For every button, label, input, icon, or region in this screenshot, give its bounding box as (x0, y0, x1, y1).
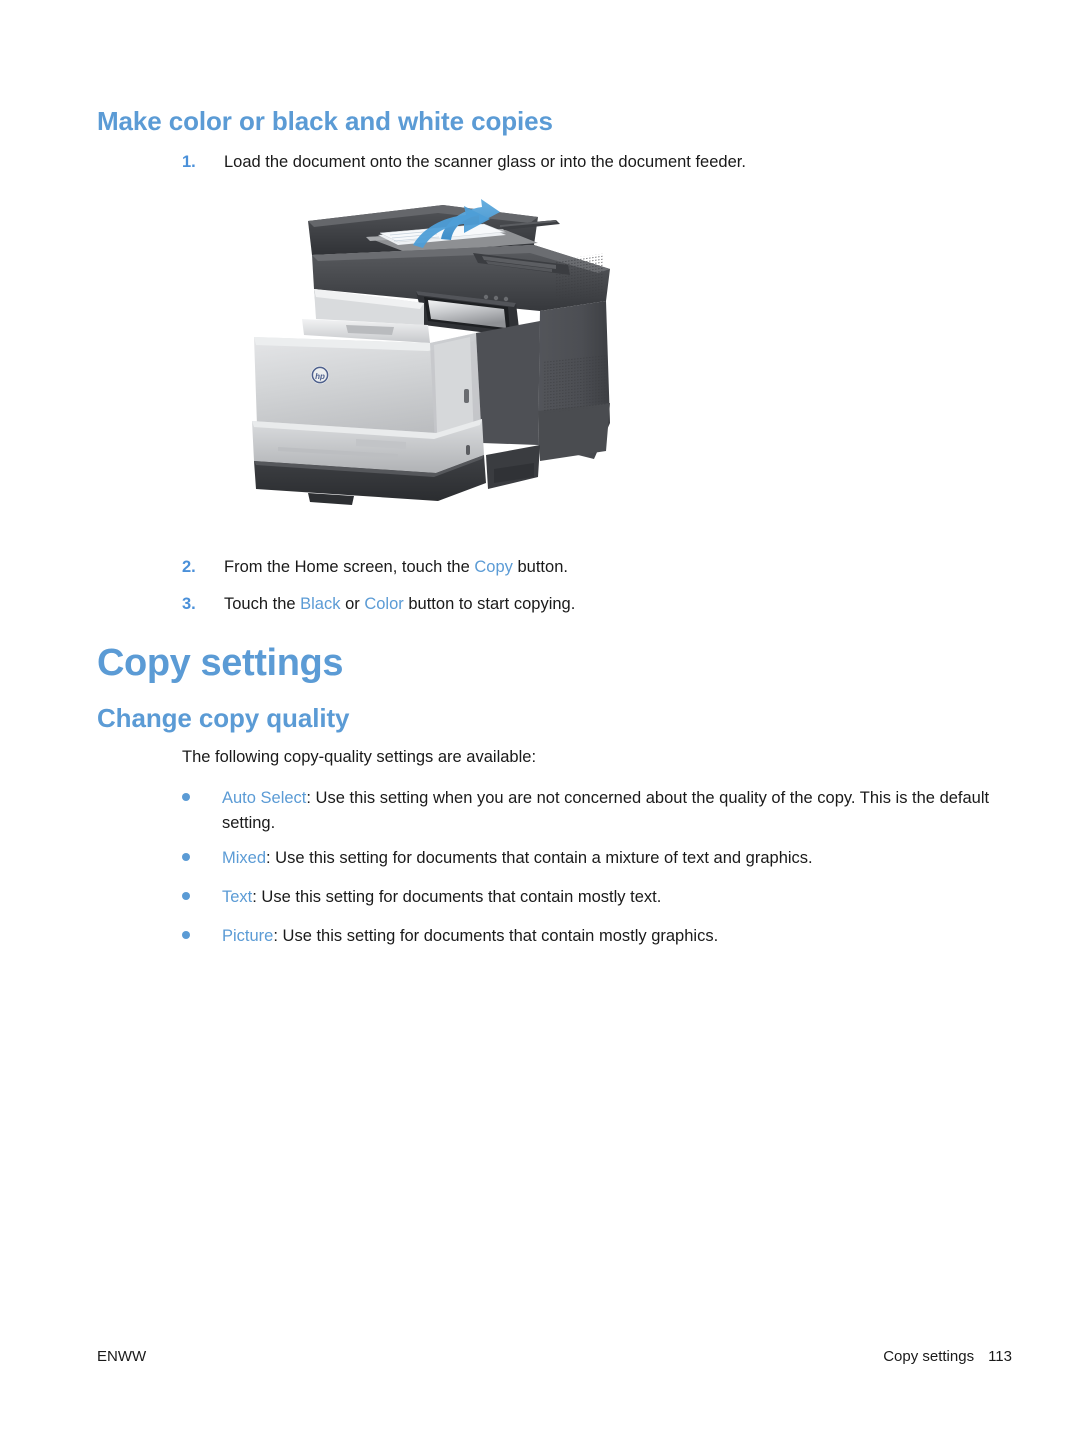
list-item: Mixed: Use this setting for documents th… (182, 846, 1010, 871)
bullet-dot-icon (182, 793, 190, 801)
step-text-part: From the Home screen, touch the (224, 558, 475, 576)
document-page: Make color or black and white copies 1. … (0, 0, 1080, 1437)
step-text: Load the document onto the scanner glass… (224, 151, 1012, 173)
step-text-part: Touch the (224, 595, 301, 613)
list-item-text: Text: Use this setting for documents tha… (222, 885, 1010, 910)
page-number: 113 (988, 1348, 1012, 1365)
footer-section-label: Copy settings (883, 1348, 975, 1365)
step-text-part: button. (512, 558, 568, 576)
setting-term: Mixed (222, 849, 267, 867)
step-number: 2. (182, 558, 196, 576)
step-text-part: or (340, 595, 365, 613)
list-item-text: Picture: Use this setting for documents … (222, 924, 1010, 949)
ordered-step-2: 2. From the Home screen, touch the Copy … (182, 556, 1012, 578)
step-text: From the Home screen, touch the Copy but… (224, 556, 1012, 578)
footer-right: Copy settings 113 (883, 1348, 1012, 1365)
list-item: Text: Use this setting for documents tha… (182, 885, 1010, 910)
bullet-dot-icon (182, 931, 190, 939)
ordered-step-1: 1. Load the document onto the scanner gl… (182, 151, 1012, 173)
section-heading-make-copies: Make color or black and white copies (97, 106, 553, 136)
setting-description: : Use this setting when you are not conc… (222, 789, 990, 832)
bullet-dot-icon (182, 853, 190, 861)
list-item-text: Auto Select: Use this setting when you a… (222, 786, 1010, 836)
setting-description: : Use this setting for documents that co… (252, 888, 662, 906)
setting-term: Picture (222, 927, 274, 945)
hp-logo: hp (311, 366, 329, 384)
setting-description: : Use this setting for documents that co… (273, 927, 719, 945)
setting-term: Auto Select (222, 789, 307, 807)
section-heading-change-copy-quality: Change copy quality (97, 703, 350, 733)
list-item-text: Mixed: Use this setting for documents th… (222, 846, 1010, 871)
printer-illustration: hp (238, 193, 638, 518)
setting-description: : Use this setting for documents that co… (266, 849, 813, 867)
step-text-part: Load the document onto the scanner glass… (224, 153, 746, 171)
ui-term-black: Black (300, 595, 341, 613)
list-item: Auto Select: Use this setting when you a… (182, 786, 1010, 836)
bullet-dot-icon (182, 892, 190, 900)
ui-term-copy: Copy (474, 558, 513, 576)
list-item: Picture: Use this setting for documents … (182, 924, 1010, 949)
step-text-part: button to start copying. (403, 595, 576, 613)
step-number: 3. (182, 595, 196, 613)
setting-term: Text (222, 888, 253, 906)
step-text: Touch the Black or Color button to start… (224, 593, 1012, 615)
ordered-step-3: 3. Touch the Black or Color button to st… (182, 593, 1012, 615)
chapter-heading-copy-settings: Copy settings (97, 642, 344, 684)
intro-paragraph: The following copy-quality settings are … (182, 748, 537, 766)
step-number: 1. (182, 153, 196, 171)
ui-term-color: Color (364, 595, 404, 613)
footer-left-label: ENWW (97, 1348, 147, 1365)
svg-text:hp: hp (315, 372, 325, 381)
